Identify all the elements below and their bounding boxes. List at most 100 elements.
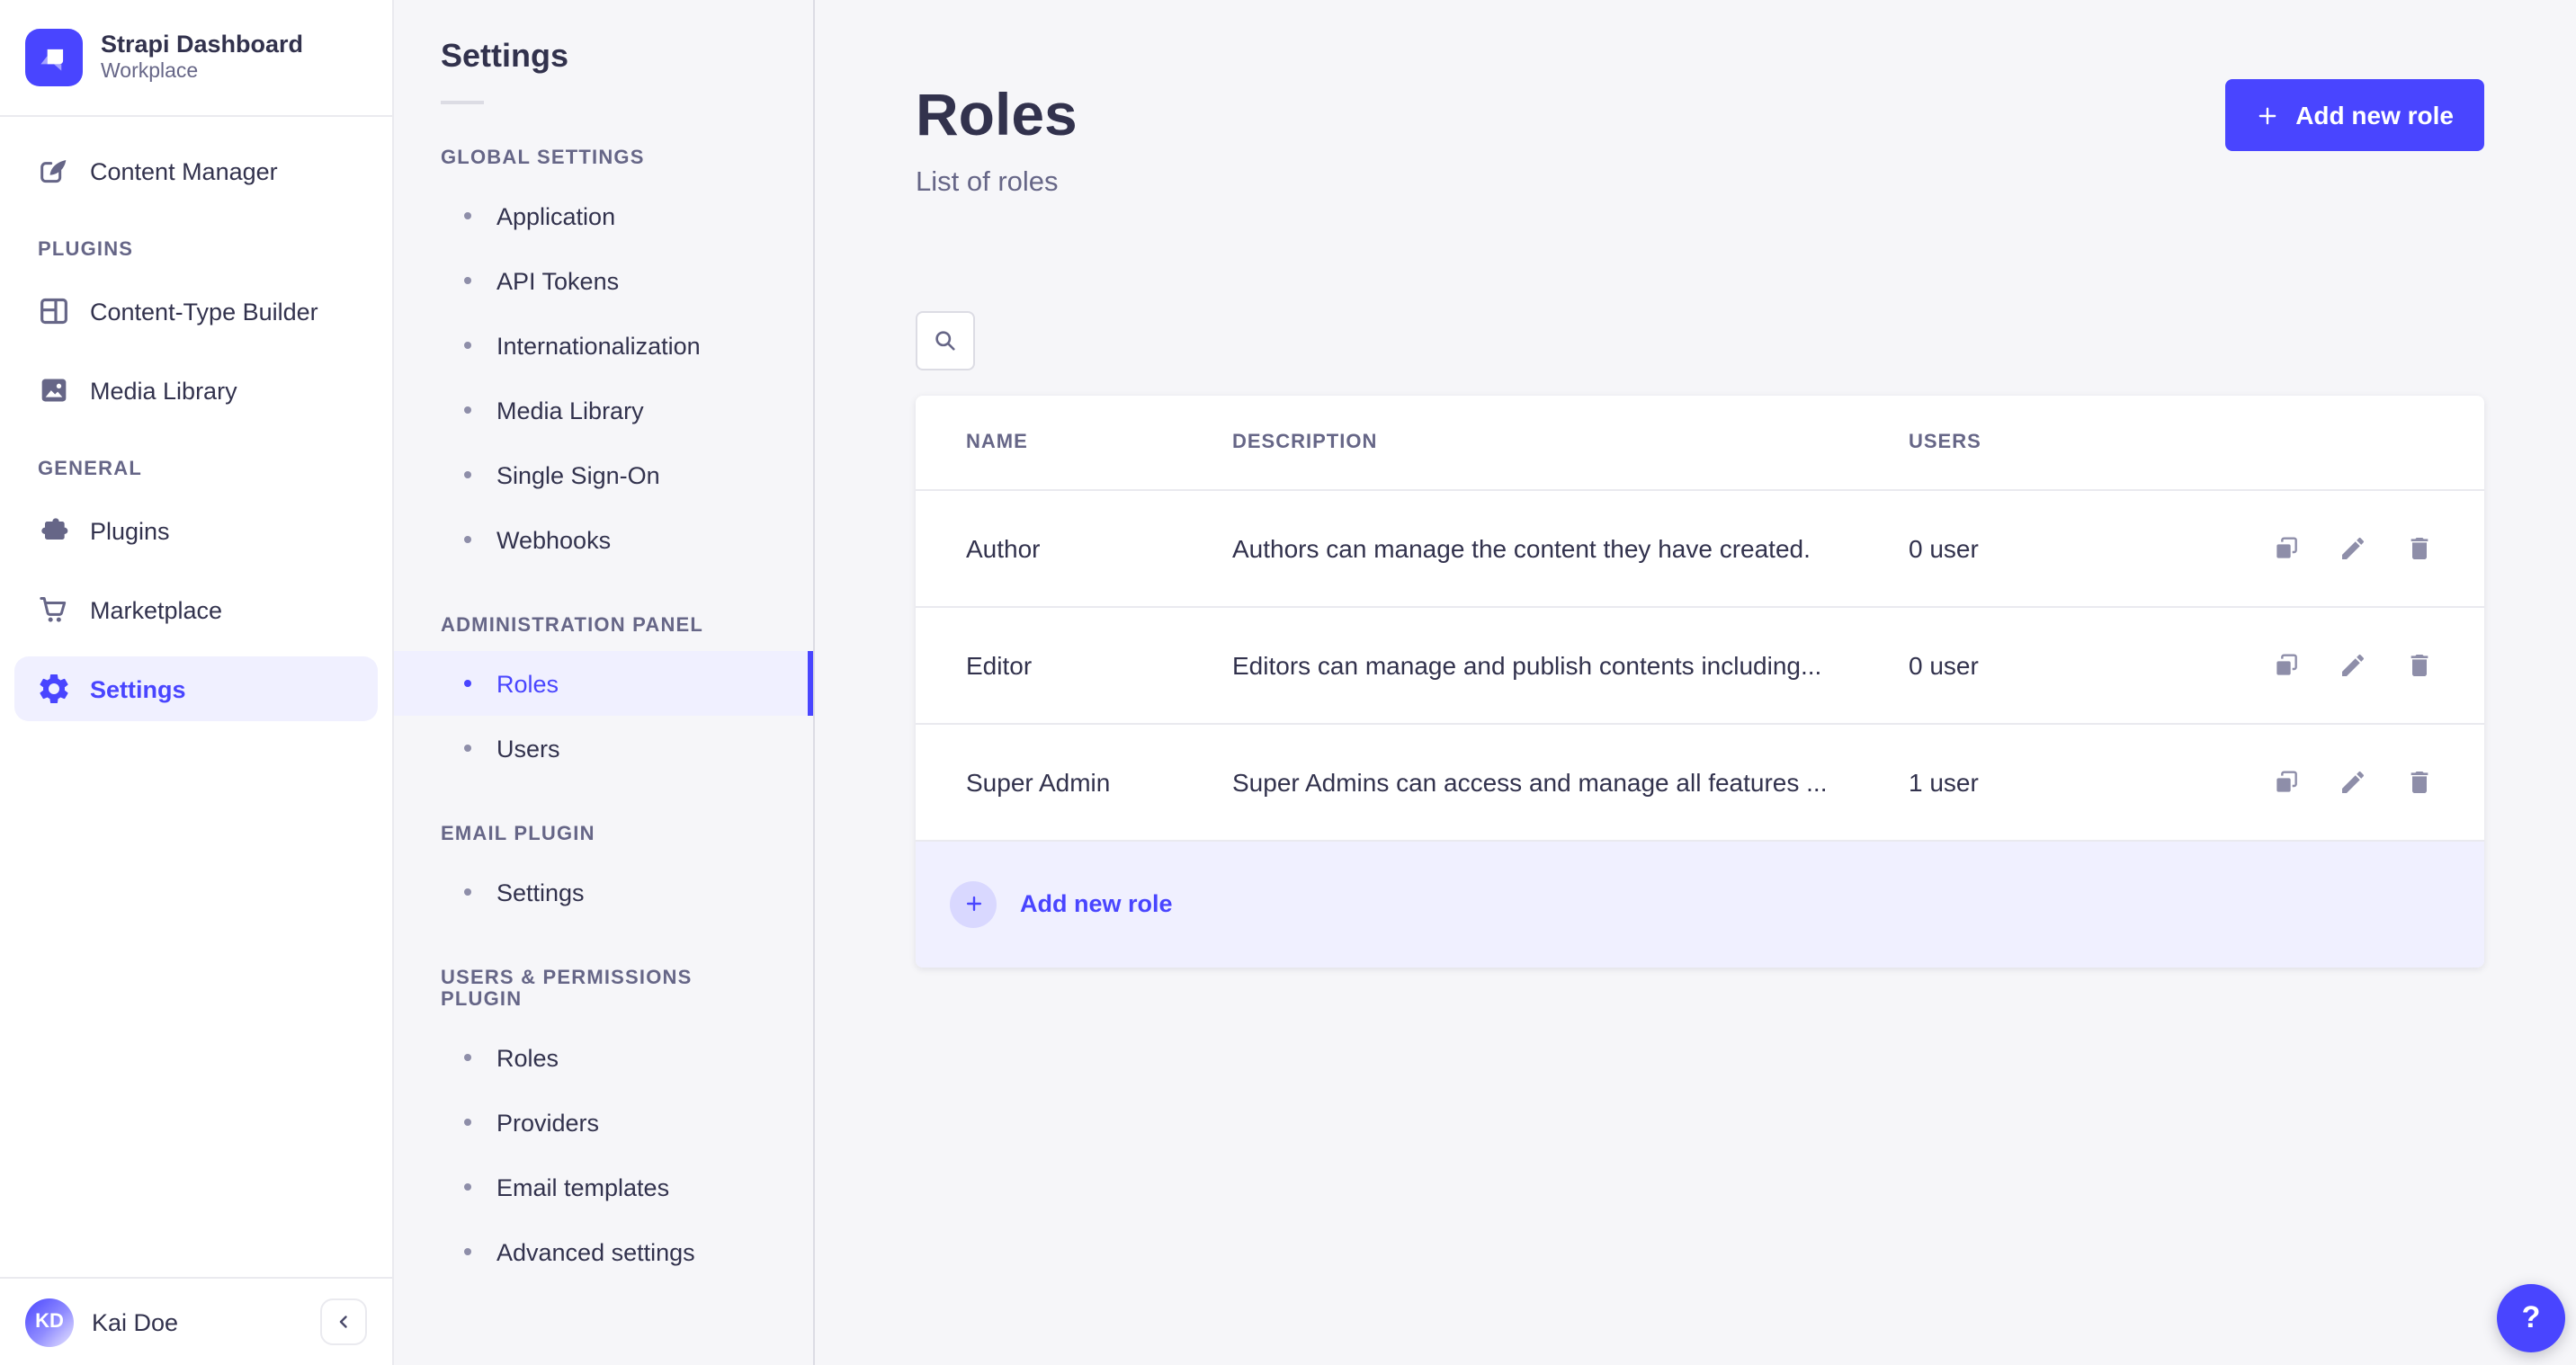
subnav-item-media-library[interactable]: Media Library: [394, 378, 813, 442]
bullet-dot: [464, 745, 471, 752]
column-header-name: NAME: [966, 431, 1028, 453]
main-sidebar: Strapi Dashboard Workplace Content Manag…: [0, 0, 394, 1365]
subnav-item-email-templates[interactable]: Email templates: [394, 1155, 813, 1219]
copy-icon: [2276, 770, 2297, 791]
magnifier-icon: [935, 330, 955, 350]
bullet-dot: [464, 1119, 471, 1126]
user-name: Kai Doe: [92, 1308, 179, 1335]
subnav-item-roles-admin[interactable]: Roles: [394, 651, 813, 716]
edit-button[interactable]: [2339, 533, 2367, 562]
role-description: Super Admins can access and manage all f…: [1232, 767, 1828, 797]
bullet-dot: [464, 212, 471, 219]
gear-icon: [40, 674, 68, 703]
bullet-dot: [464, 1054, 471, 1061]
table-footer-add-role[interactable]: Add new role: [916, 841, 2484, 968]
help-button[interactable]: ?: [2497, 1284, 2565, 1352]
delete-button[interactable]: [2405, 650, 2434, 679]
subnav-item-label: Advanced settings: [496, 1238, 695, 1265]
feather-icon: [40, 160, 67, 183]
bullet-dot: [464, 536, 471, 543]
subnav-item-label: Settings: [496, 879, 585, 906]
bullet-dot: [464, 1248, 471, 1255]
subnav-section-header-global-settings: GLOBAL SETTINGS: [441, 147, 645, 169]
subnav-item-single-sign-on[interactable]: Single Sign-On: [394, 442, 813, 507]
settings-subnav: Settings GLOBAL SETTINGS Application API…: [394, 0, 815, 1365]
divider: [441, 101, 484, 104]
row-actions: [2236, 533, 2434, 562]
page-header: Roles List of roles Add new role: [916, 79, 2484, 199]
subnav-item-providers[interactable]: Providers: [394, 1090, 813, 1155]
table-header-row: NAME DESCRIPTION USERS: [916, 395, 2484, 491]
brand[interactable]: Strapi Dashboard Workplace: [0, 0, 392, 117]
user-menu[interactable]: KD Kai Doe: [0, 1277, 392, 1365]
subnav-item-label: Users: [496, 735, 560, 762]
subnav-item-internationalization[interactable]: Internationalization: [394, 313, 813, 378]
sidebar-item-media-library[interactable]: Media Library: [14, 358, 378, 423]
sidebar-nav: Content Manager PLUGINS Content-Type Bui…: [0, 117, 392, 1277]
subnav-item-application[interactable]: Application: [394, 183, 813, 248]
role-description: Authors can manage the content they have…: [1232, 533, 1811, 563]
brand-text: Strapi Dashboard Workplace: [101, 29, 303, 87]
subnav-item-roles-up[interactable]: Roles: [394, 1025, 813, 1090]
role-name: Author: [966, 533, 1041, 563]
sidebar-item-content-type-builder[interactable]: Content-Type Builder: [14, 279, 378, 343]
sidebar-item-marketplace[interactable]: Marketplace: [14, 577, 378, 642]
edit-button[interactable]: [2339, 767, 2367, 796]
copy-icon: [2276, 536, 2297, 558]
bullet-dot: [464, 342, 471, 349]
puzzle-icon: [41, 518, 68, 540]
app-window: Strapi Dashboard Workplace Content Manag…: [0, 0, 2576, 1365]
roles-table: NAME DESCRIPTION USERS Author Authors ca…: [916, 395, 2484, 968]
sidebar-item-content-manager[interactable]: Content Manager: [14, 138, 378, 203]
delete-button[interactable]: [2405, 767, 2434, 796]
page-subtitle: List of roles: [916, 166, 1059, 198]
toolbar: [916, 310, 2484, 370]
add-new-role-label: Add new role: [2295, 101, 2454, 129]
subnav-item-email-settings[interactable]: Settings: [394, 860, 813, 924]
cart-icon: [40, 597, 67, 622]
edit-button[interactable]: [2339, 650, 2367, 679]
sidebar-item-plugins[interactable]: Plugins: [14, 498, 378, 563]
search-button[interactable]: [916, 310, 975, 370]
table-row[interactable]: Author Authors can manage the content th…: [916, 490, 2484, 608]
subnav-item-api-tokens[interactable]: API Tokens: [394, 248, 813, 313]
subnav-item-label: Email templates: [496, 1173, 670, 1200]
add-new-role-button[interactable]: Add new role: [2225, 79, 2484, 151]
bullet-dot: [464, 1183, 471, 1191]
subnav-item-label: API Tokens: [496, 267, 620, 294]
plus-circle: [950, 880, 997, 928]
duplicate-button[interactable]: [2272, 767, 2301, 796]
subnav-item-label: Roles: [496, 670, 559, 697]
plus-icon: [965, 897, 981, 912]
subnav-item-label: Internationalization: [496, 332, 701, 359]
subnav-item-label: Application: [496, 202, 616, 229]
delete-button[interactable]: [2405, 533, 2434, 562]
subnav-item-label: Roles: [496, 1044, 559, 1071]
subnav-section-header-email-plugin: EMAIL PLUGIN: [441, 824, 595, 845]
page-title: Roles: [916, 81, 1078, 147]
table-row[interactable]: Super Admin Super Admins can access and …: [916, 724, 2484, 842]
brand-title: Strapi Dashboard: [101, 30, 304, 58]
picture-icon: [41, 379, 67, 402]
column-header-users: USERS: [1909, 431, 1981, 453]
duplicate-button[interactable]: [2272, 650, 2301, 679]
table-row[interactable]: Editor Editors can manage and publish co…: [916, 607, 2484, 725]
role-name: Super Admin: [966, 767, 1111, 797]
subnav-item-label: Providers: [496, 1109, 600, 1136]
subnav-item-advanced-settings[interactable]: Advanced settings: [394, 1219, 813, 1284]
footer-add-role-label: Add new role: [1020, 890, 1173, 918]
copy-icon: [2276, 653, 2297, 674]
sidebar-item-settings[interactable]: Settings: [14, 656, 378, 721]
strapi-logo-icon: [25, 29, 83, 86]
subnav-item-users[interactable]: Users: [394, 716, 813, 781]
chevron-left-icon: [339, 1316, 347, 1328]
collapse-sidebar-button[interactable]: [320, 1298, 367, 1345]
avatar: KD: [25, 1298, 74, 1346]
duplicate-button[interactable]: [2272, 533, 2301, 562]
role-users-count: 1 user: [1909, 767, 1979, 797]
role-description: Editors can manage and publish contents …: [1232, 650, 1822, 680]
sidebar-item-label: Settings: [90, 675, 186, 702]
pencil-icon: [2342, 537, 2365, 559]
role-users-count: 0 user: [1909, 533, 1979, 563]
subnav-item-webhooks[interactable]: Webhooks: [394, 507, 813, 572]
